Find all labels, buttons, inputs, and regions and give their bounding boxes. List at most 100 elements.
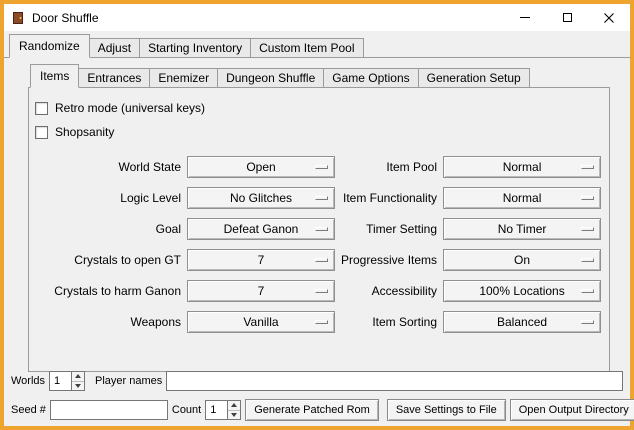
tab-items[interactable]: Items: [30, 64, 79, 88]
count-label: Count: [172, 404, 201, 416]
generate-rom-button[interactable]: Generate Patched Rom: [245, 399, 379, 421]
worlds-spin-buttons: [71, 371, 85, 391]
seed-row: Seed # Count 1 Generate Patched Rom Save…: [11, 399, 623, 421]
tab-dungeon-shuffle[interactable]: Dungeon Shuffle: [217, 68, 324, 87]
crystals-open-gt-value: 7: [258, 253, 265, 267]
checkbox-box-icon: [35, 102, 48, 115]
randomize-tabbar: Items Entrances Enemizer Dungeon Shuffle…: [28, 64, 610, 88]
tab-generation-setup[interactable]: Generation Setup: [418, 68, 530, 87]
item-sorting-label: Item Sorting: [341, 315, 437, 329]
tab-enemizer[interactable]: Enemizer: [149, 68, 218, 87]
item-functionality-dropdown[interactable]: Normal: [443, 187, 601, 209]
weapons-label: Weapons: [35, 315, 181, 329]
titlebar[interactable]: Door Shuffle: [4, 4, 630, 31]
progressive-items-value: On: [514, 253, 530, 267]
worlds-spin-up-button[interactable]: [72, 372, 84, 381]
shopsanity-checkbox[interactable]: Shopsanity: [35, 120, 597, 144]
item-pool-value: Normal: [503, 160, 542, 174]
crystals-open-gt-dropdown[interactable]: 7: [187, 249, 335, 271]
dropdown-indicator-icon: [315, 165, 328, 169]
window-title: Door Shuffle: [32, 11, 99, 25]
accessibility-value: 100% Locations: [479, 284, 564, 298]
item-pool-label: Item Pool: [341, 160, 437, 174]
player-names-label: Player names: [95, 375, 162, 387]
timer-setting-dropdown[interactable]: No Timer: [443, 218, 601, 240]
timer-setting-value: No Timer: [498, 222, 547, 236]
goal-label: Goal: [35, 222, 181, 236]
window-controls: [504, 4, 630, 31]
tab-adjust[interactable]: Adjust: [89, 38, 140, 57]
tab-game-options[interactable]: Game Options: [323, 68, 418, 87]
worlds-input[interactable]: 1: [49, 371, 71, 391]
dropdown-indicator-icon: [581, 196, 594, 200]
dropdown-indicator-icon: [315, 258, 328, 262]
retro-mode-label: Retro mode (universal keys): [55, 101, 205, 115]
count-input[interactable]: 1: [205, 400, 227, 420]
world-state-dropdown[interactable]: Open: [187, 156, 335, 178]
tab-starting-inventory[interactable]: Starting Inventory: [139, 38, 251, 57]
maximize-button[interactable]: [546, 4, 588, 31]
dropdown-indicator-icon: [315, 289, 328, 293]
crystals-open-gt-label: Crystals to open GT: [35, 253, 181, 267]
spin-down-icon: [75, 384, 81, 388]
close-button[interactable]: [588, 4, 630, 31]
count-spinbox: 1: [205, 400, 241, 420]
options-grid: World State Open Item Pool Normal Logic …: [35, 156, 597, 333]
spin-up-icon: [75, 374, 81, 378]
item-functionality-value: Normal: [503, 191, 542, 205]
progressive-items-label: Progressive Items: [341, 253, 437, 267]
dropdown-indicator-icon: [315, 196, 328, 200]
worlds-spinbox: 1: [49, 371, 85, 391]
item-pool-dropdown[interactable]: Normal: [443, 156, 601, 178]
logic-level-value: No Glitches: [230, 191, 292, 205]
spin-up-icon: [231, 403, 237, 407]
item-sorting-dropdown[interactable]: Balanced: [443, 311, 601, 333]
timer-setting-label: Timer Setting: [341, 222, 437, 236]
crystals-harm-ganon-dropdown[interactable]: 7: [187, 280, 335, 302]
item-sorting-value: Balanced: [497, 315, 547, 329]
tab-custom-item-pool[interactable]: Custom Item Pool: [250, 38, 363, 57]
shopsanity-label: Shopsanity: [55, 125, 114, 139]
logic-level-dropdown[interactable]: No Glitches: [187, 187, 335, 209]
worlds-spin-down-button[interactable]: [72, 381, 84, 391]
worlds-row: Worlds 1 Player names: [11, 370, 623, 392]
retro-mode-checkbox[interactable]: Retro mode (universal keys): [35, 96, 597, 120]
player-names-input[interactable]: [166, 371, 623, 391]
count-spin-up-button[interactable]: [228, 401, 240, 410]
client-area: Randomize Adjust Starting Inventory Cust…: [4, 31, 630, 426]
world-state-value: Open: [246, 160, 275, 174]
goal-value: Defeat Ganon: [224, 222, 299, 236]
dropdown-indicator-icon: [581, 258, 594, 262]
open-output-button[interactable]: Open Output Directory: [510, 399, 634, 421]
minimize-button[interactable]: [504, 4, 546, 31]
randomize-notebook: Items Entrances Enemizer Dungeon Shuffle…: [28, 64, 610, 372]
footer: Worlds 1 Player names Seed # Count 1: [4, 370, 630, 421]
tab-entrances[interactable]: Entrances: [78, 68, 150, 87]
item-functionality-label: Item Functionality: [341, 191, 437, 205]
dropdown-indicator-icon: [315, 227, 328, 231]
dropdown-indicator-icon: [315, 320, 328, 324]
count-spin-buttons: [227, 400, 241, 420]
tab-randomize[interactable]: Randomize: [9, 34, 90, 58]
dropdown-indicator-icon: [581, 165, 594, 169]
accessibility-dropdown[interactable]: 100% Locations: [443, 280, 601, 302]
count-spin-down-button[interactable]: [228, 410, 240, 420]
main-tabbar: Randomize Adjust Starting Inventory Cust…: [4, 34, 630, 58]
goal-dropdown[interactable]: Defeat Ganon: [187, 218, 335, 240]
accessibility-label: Accessibility: [341, 284, 437, 298]
spin-down-icon: [231, 413, 237, 417]
crystals-harm-ganon-value: 7: [258, 284, 265, 298]
weapons-value: Vanilla: [243, 315, 278, 329]
worlds-label: Worlds: [11, 375, 45, 387]
seed-label: Seed #: [11, 404, 46, 416]
close-icon: [604, 13, 614, 23]
logic-level-label: Logic Level: [35, 191, 181, 205]
window: Door Shuffle Randomize Adjust Starting I…: [0, 0, 634, 430]
maximize-icon: [563, 13, 572, 22]
dropdown-indicator-icon: [581, 227, 594, 231]
seed-input[interactable]: [50, 400, 168, 420]
save-settings-button[interactable]: Save Settings to File: [387, 399, 506, 421]
progressive-items-dropdown[interactable]: On: [443, 249, 601, 271]
weapons-dropdown[interactable]: Vanilla: [187, 311, 335, 333]
dropdown-indicator-icon: [581, 289, 594, 293]
